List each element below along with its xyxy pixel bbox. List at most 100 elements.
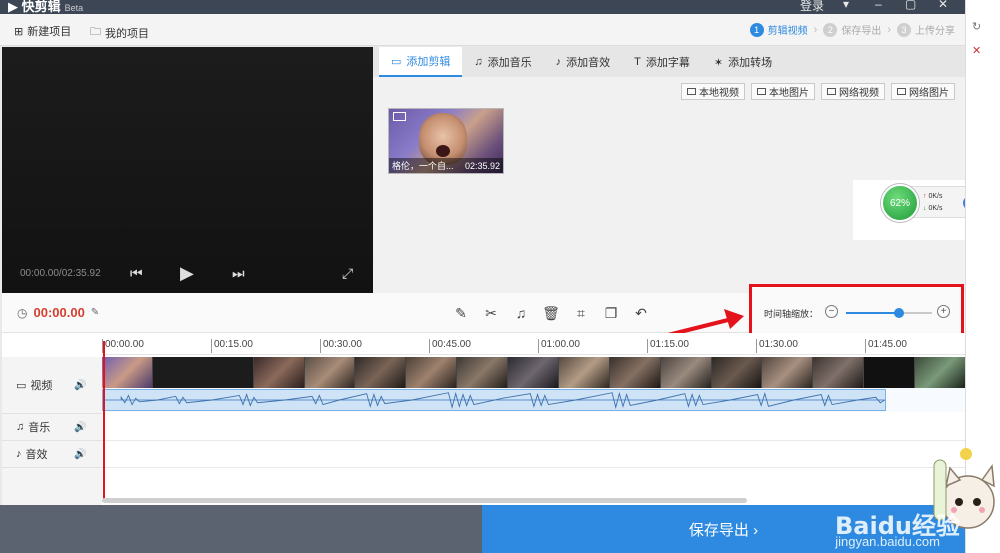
menu-bar: ⊞ 新建项目 🗀 我的项目 1 剪辑视频 › 2 保存导出 › 3 上传分享 bbox=[0, 14, 965, 46]
video-track[interactable] bbox=[102, 357, 965, 412]
local-video-button[interactable]: 本地视频 bbox=[681, 83, 745, 100]
preview-time: 00:00.00/02:35.92 bbox=[20, 268, 101, 279]
image-icon bbox=[897, 88, 906, 95]
video-frame bbox=[457, 357, 509, 388]
clip-mouth bbox=[436, 145, 450, 157]
empty-track-header bbox=[2, 468, 102, 505]
video-icon bbox=[827, 88, 836, 95]
zoom-in-icon[interactable]: + bbox=[937, 305, 950, 318]
online-image-button[interactable]: 网络图片 bbox=[891, 83, 955, 100]
ruler-tick: 00:15.00 bbox=[211, 339, 253, 353]
my-projects-button[interactable]: 🗀 我的项目 bbox=[90, 23, 149, 42]
chevron-right-icon: › bbox=[813, 23, 818, 36]
music-note-icon: ♫ bbox=[474, 56, 483, 68]
ruler-tick: 00:30.00 bbox=[320, 339, 362, 353]
zoom-slider-knob[interactable] bbox=[894, 308, 905, 318]
volume-icon[interactable]: 🔊 bbox=[74, 422, 86, 433]
tab-add-music[interactable]: ♫ 添加音乐 bbox=[462, 47, 543, 77]
dropdown-icon[interactable]: ▾ bbox=[843, 0, 849, 11]
online-video-button[interactable]: 网络视频 bbox=[821, 83, 885, 100]
login-link[interactable]: 登录 bbox=[800, 0, 824, 14]
title-bar: ▶ 快剪辑 Beta 登录 ▾ – ▢ ✕ bbox=[0, 0, 965, 14]
video-frame bbox=[711, 357, 763, 388]
playhead[interactable] bbox=[103, 341, 105, 501]
baidu-watermark-url: jingyan.baidu.com bbox=[835, 534, 940, 549]
fullscreen-icon[interactable]: ⤢ bbox=[342, 265, 353, 282]
source-buttons: 本地视频 本地图片 网络视频 网络图片 bbox=[681, 83, 955, 100]
video-frame bbox=[813, 357, 865, 388]
video-preview[interactable]: 00:00.00/02:35.92 ⏮ ▶ ⏭ ⤢ bbox=[2, 47, 373, 293]
step-edit-video[interactable]: 1 剪辑视频 bbox=[749, 22, 808, 37]
tab-add-transition[interactable]: ✶ 添加转场 bbox=[702, 47, 784, 77]
play-icon[interactable]: ▶ bbox=[180, 263, 194, 284]
step-save-export[interactable]: 2 保存导出 bbox=[823, 22, 881, 37]
video-frame bbox=[762, 357, 814, 388]
bell-icon[interactable]: ♫ bbox=[512, 304, 530, 322]
minimize-icon[interactable]: – bbox=[875, 0, 882, 11]
sfx-track-header: ♪ 音效 🔊 bbox=[2, 441, 102, 468]
previous-frame-icon[interactable]: ⏮ bbox=[130, 265, 143, 282]
sound-effect-icon: ♪ bbox=[555, 56, 562, 68]
network-speed-widget[interactable]: 62% ↑ 0K/s ↓ 0K/s + bbox=[853, 180, 1000, 240]
timeline: 00:00.00 00:15.00 00:30.00 00:45.00 01:0… bbox=[2, 333, 965, 505]
maximize-icon[interactable]: ▢ bbox=[905, 0, 916, 11]
video-frame bbox=[406, 357, 458, 388]
volume-icon[interactable]: 🔊 bbox=[74, 380, 86, 391]
tab-add-subtitle[interactable]: T 添加字幕 bbox=[622, 47, 702, 77]
video-frame bbox=[152, 357, 254, 388]
video-frame bbox=[355, 357, 407, 388]
tab-add-clip[interactable]: ▭ 添加剪辑 bbox=[379, 47, 463, 77]
volume-icon[interactable]: 🔊 bbox=[74, 449, 86, 460]
video-frame bbox=[864, 357, 916, 388]
clip-label: 格伦，一个自... 02:35.92 bbox=[389, 158, 503, 173]
new-project-button[interactable]: ⊞ 新建项目 bbox=[14, 23, 71, 39]
media-clip-thumbnail[interactable]: 格伦，一个自... 02:35.92 bbox=[388, 108, 504, 174]
next-frame-icon[interactable]: ⏭ bbox=[232, 265, 245, 282]
download-speed: ↓ 0K/s bbox=[923, 205, 943, 212]
tab-add-sfx[interactable]: ♪ 添加音效 bbox=[544, 47, 623, 77]
scissors-icon[interactable]: ✂ bbox=[482, 304, 500, 322]
refresh-icon: ↻ bbox=[972, 21, 982, 33]
close-icon[interactable]: ✕ bbox=[938, 0, 948, 11]
video-icon bbox=[687, 88, 696, 95]
transition-icon: ✶ bbox=[713, 56, 724, 69]
zoom-slider[interactable] bbox=[846, 308, 932, 318]
video-frame bbox=[609, 357, 661, 388]
clip-title: 格伦，一个自... bbox=[392, 161, 454, 171]
progress-steps: 1 剪辑视频 › 2 保存导出 › 3 上传分享 bbox=[749, 22, 955, 37]
sfx-track[interactable] bbox=[102, 441, 965, 468]
horizontal-scrollbar[interactable] bbox=[102, 498, 747, 503]
close-icon: ✕ bbox=[972, 45, 982, 57]
app-title: ▶ 快剪辑 Beta bbox=[8, 0, 84, 14]
sound-effect-icon: ♪ bbox=[16, 448, 22, 460]
clip-duration: 02:35.92 bbox=[464, 160, 500, 171]
ruler-tick: 00:45.00 bbox=[429, 339, 471, 353]
zoom-slider-fill bbox=[846, 312, 900, 314]
tab-bar: ▭ 添加剪辑 ♫ 添加音乐 ♪ 添加音效 T 添加字幕 ✶ 添加转场 bbox=[373, 47, 965, 77]
ruler-tick: 00:00.00 bbox=[102, 339, 144, 353]
video-frame bbox=[660, 357, 712, 388]
pencil-icon[interactable]: ✎ bbox=[452, 304, 470, 322]
step-upload-share[interactable]: 3 上传分享 bbox=[897, 22, 955, 37]
zoom-label: 时间轴缩放： bbox=[764, 309, 819, 319]
zoom-out-icon[interactable]: − bbox=[825, 305, 838, 318]
edit-time-icon[interactable]: ✎ bbox=[91, 307, 99, 318]
video-frame bbox=[508, 357, 559, 388]
ruler-tick: 01:15.00 bbox=[647, 339, 689, 353]
music-track[interactable] bbox=[102, 414, 965, 441]
clock-icon: ◷ bbox=[17, 305, 28, 320]
time-ruler[interactable]: 00:00.00 00:15.00 00:30.00 00:45.00 01:0… bbox=[102, 333, 965, 355]
text-icon: T bbox=[634, 56, 641, 68]
local-image-button[interactable]: 本地图片 bbox=[751, 83, 815, 100]
footer-bar: 保存导出 › bbox=[0, 505, 965, 553]
trash-icon[interactable]: 🗑 bbox=[542, 304, 560, 322]
video-camera-icon: ▭ bbox=[16, 379, 27, 392]
plus-square-icon: ⊞ bbox=[14, 25, 24, 38]
video-frame bbox=[915, 357, 965, 388]
crop-icon[interactable]: ⌗ bbox=[572, 304, 590, 322]
media-panel: ▭ 添加剪辑 ♫ 添加音乐 ♪ 添加音效 T 添加字幕 ✶ 添加转场 本地视频 本地图片 … bbox=[373, 47, 965, 293]
video-frames bbox=[102, 357, 965, 388]
beta-badge: Beta bbox=[64, 3, 84, 13]
current-time: ◷ 00:00.00 ✎ bbox=[17, 305, 100, 320]
copy-icon[interactable]: ❐ bbox=[602, 304, 620, 322]
